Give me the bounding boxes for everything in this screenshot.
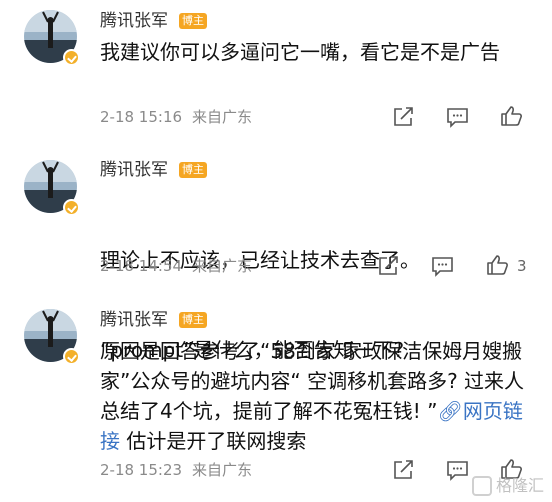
like-button[interactable] (485, 253, 511, 277)
avatar[interactable] (24, 10, 80, 66)
verified-icon (63, 348, 80, 365)
comment-text: 我建议你可以多逼问它一嘴，看它是不是广告 (100, 40, 500, 64)
comment-text-tail: 估计是开了联网搜索 (120, 429, 307, 453)
share-button[interactable] (391, 458, 417, 482)
comment-date: 2-18 14:54 (100, 257, 183, 275)
share-icon (394, 460, 413, 479)
like-count: 3 (517, 257, 527, 275)
author-name[interactable]: 腾讯张军 (100, 160, 168, 180)
author-name[interactable]: 腾讯张军 (100, 11, 168, 31)
comment-button[interactable] (445, 458, 471, 482)
avatar[interactable] (24, 309, 80, 365)
comment-location: 来自广东 (192, 461, 253, 479)
blogger-badge: 博主 (179, 162, 207, 178)
comment-location: 来自广东 (192, 108, 253, 126)
comment-meta: 2-18 15:16 来自广东 (100, 107, 252, 127)
share-icon (379, 256, 398, 275)
comment-icon (447, 461, 468, 481)
watermark-logo-icon (471, 476, 492, 496)
watermark-text: 格隆汇 (495, 475, 544, 495)
comment-date: 2-18 15:16 (100, 108, 183, 126)
share-button[interactable] (391, 105, 417, 129)
like-icon (487, 255, 508, 275)
like-button[interactable] (499, 104, 525, 128)
like-icon (501, 106, 522, 126)
comment-icon (432, 257, 453, 277)
verified-icon (63, 49, 80, 66)
comment-icon (447, 108, 468, 128)
comment-button[interactable] (430, 254, 456, 278)
blogger-badge: 博主 (179, 312, 207, 328)
watermark: 格隆汇 (471, 472, 544, 496)
comment-meta: 2-18 14:54 来自广东 (100, 256, 252, 276)
share-button[interactable] (376, 254, 402, 278)
comment-meta: 2-18 15:23 来自广东 (100, 460, 252, 480)
author-name[interactable]: 腾讯张军 (100, 310, 168, 330)
comment-location: 来自广东 (192, 257, 253, 275)
comment-button[interactable] (445, 105, 471, 129)
share-icon (394, 107, 413, 126)
link-icon: 🔗︎ (437, 399, 463, 423)
comment-text: 原因是回答参考了“58到家 家政保洁保姆月嫂搬家”公众号的避坑内容“ 空调移机套… (100, 336, 530, 456)
avatar[interactable] (24, 160, 80, 216)
verified-icon (63, 199, 80, 216)
comment-date: 2-18 15:23 (100, 461, 183, 479)
blogger-badge: 博主 (179, 13, 207, 29)
